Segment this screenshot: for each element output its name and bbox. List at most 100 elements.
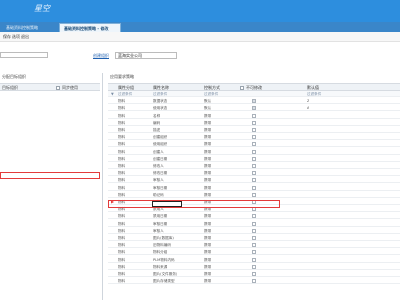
not-editable-checkbox[interactable] [252, 214, 256, 219]
not-editable-checkbox[interactable] [252, 120, 256, 125]
table-row[interactable]: 物料 物料来源 携带 [108, 264, 400, 270]
cell-attr-name: 图片(文件服务) [153, 272, 178, 276]
cell-control-mode: 携带 [204, 149, 212, 154]
table-row[interactable]: 物料 物料分组 携带 [108, 249, 400, 256]
not-editable-checkbox[interactable] [252, 221, 256, 226]
cell-control-mode: 携带 [204, 128, 212, 132]
cell-control-mode: 携带 [204, 113, 212, 118]
table-row[interactable]: 物料 创建人 携带 [108, 149, 400, 155]
cell-attr-group: 物料 [118, 214, 126, 219]
cell-control-mode: 携带 [204, 221, 212, 226]
table-row[interactable]: 物料 创建日期 携带 [108, 156, 400, 162]
table-row[interactable]: 物料 图片存储类型 携带 [108, 278, 400, 285]
not-editable-checkbox[interactable] [252, 99, 256, 104]
cell-attr-name: PLM物料内码 [153, 257, 175, 262]
left-input[interactable] [0, 52, 48, 58]
cell-attr-group: 物料 [118, 99, 126, 104]
cell-attr-name: 图片存储类型 [153, 279, 175, 284]
table-row[interactable]: 物料 数据状态 默认 Z [108, 98, 400, 105]
table-row[interactable]: 物料 禁用日期 携带 [108, 213, 400, 220]
filter-cell[interactable]: 过滤条件 [118, 91, 132, 97]
cell-control-mode: 携带 [204, 228, 212, 233]
table-row[interactable]: 物料 编码 携带 [108, 120, 400, 126]
not-editable-checkbox[interactable] [252, 257, 256, 262]
selected-row-highlight [108, 200, 280, 208]
target-org-panel-title: 分配目标组织 [2, 74, 26, 79]
cell-control-mode: 携带 [204, 156, 212, 161]
not-editable-checkbox[interactable] [252, 149, 256, 154]
table-row[interactable]: 物料 助记码 携带 [108, 192, 400, 198]
tab-basic-control-strategy-edit[interactable]: 基础资料控制策略 - 修改 [59, 23, 121, 32]
not-editable-checkbox[interactable] [252, 185, 256, 190]
table-row[interactable]: 物料 PLM物料内码 携带 [108, 257, 400, 263]
cell-control-mode: 携带 [204, 192, 212, 197]
cell-control-mode: 携带 [204, 257, 212, 262]
cell-control-mode: 携带 [204, 178, 212, 183]
cell-control-mode: 携带 [204, 142, 212, 147]
table-row[interactable]: 物料 描述 携带 [108, 127, 400, 133]
table-row[interactable]: 物料 使用状态 默认 A [108, 105, 400, 112]
exit-button[interactable]: 退出 [21, 34, 29, 40]
filter-cell[interactable]: 过滤条件 [307, 91, 321, 97]
create-org-field[interactable]: 蓝海实业公司 [115, 52, 177, 59]
cell-attr-group: 物料 [118, 257, 126, 262]
table-row[interactable]: 物料 名称 携带 [108, 113, 400, 119]
table-row[interactable]: 物料 审核日期 携带 [108, 221, 400, 227]
table-row[interactable]: 物料 图片(数据库) 携带 [108, 235, 400, 241]
not-editable-checkbox[interactable] [252, 106, 256, 111]
sync-checkbox[interactable] [56, 85, 60, 90]
table-row[interactable]: 物料 创建组织 携带 [108, 134, 400, 141]
tab-basic-control-strategy[interactable]: 基础资料控制策略 [2, 23, 40, 32]
select-all-checkbox[interactable] [240, 85, 244, 90]
cell-attr-group: 物料 [118, 264, 126, 269]
table-row[interactable]: 物料 审核日期 携带 [108, 185, 400, 191]
not-editable-checkbox[interactable] [252, 250, 256, 255]
create-org-label[interactable]: 创建组织 [93, 53, 109, 59]
cell-attr-name: 编码 [153, 120, 161, 125]
save-button[interactable]: 保存 [3, 34, 11, 40]
target-org-row-selected[interactable] [0, 172, 100, 179]
table-row[interactable]: 物料 图片(文件服务) 携带 [108, 271, 400, 277]
cell-attr-group: 物料 [118, 156, 126, 161]
not-editable-checkbox[interactable] [252, 279, 256, 284]
attr-name-editor[interactable] [152, 201, 182, 207]
table-row[interactable]: 物料 修改人 携带 [108, 163, 400, 169]
filter-cell[interactable]: 过滤条件 [204, 91, 218, 97]
not-editable-checkbox[interactable] [252, 264, 256, 269]
filter-row: ▼ 过滤条件 过滤条件 过滤条件 过滤条件 [108, 91, 400, 97]
not-editable-checkbox[interactable] [252, 128, 256, 132]
top-banner: 星空 [0, 0, 400, 22]
not-editable-checkbox[interactable] [252, 113, 256, 118]
filter-icon: ▼ [111, 92, 114, 96]
not-editable-checkbox[interactable] [252, 192, 256, 197]
not-editable-checkbox[interactable] [252, 243, 256, 248]
cell-attr-name: 图片(数据库) [153, 236, 174, 240]
not-editable-checkbox[interactable] [252, 164, 256, 168]
table-row[interactable]: 物料 旧物料编码 携带 [108, 242, 400, 249]
cell-attr-group: 物料 [118, 142, 126, 147]
table-row[interactable]: 物料 审核人 携带 [108, 177, 400, 184]
cell-control-mode: 默认 [204, 106, 212, 111]
cell-attr-name: 物料分组 [153, 250, 168, 255]
not-editable-checkbox[interactable] [252, 178, 256, 183]
cell-attr-name: 使用组织 [153, 142, 168, 147]
not-editable-checkbox[interactable] [252, 236, 256, 240]
table-row[interactable]: 物料 审核人 携带 [108, 228, 400, 234]
cell-attr-group: 物料 [118, 272, 126, 276]
not-editable-checkbox[interactable] [252, 135, 256, 140]
not-editable-checkbox[interactable] [252, 228, 256, 233]
not-editable-checkbox[interactable] [252, 171, 256, 176]
filter-cell[interactable]: 过滤条件 [153, 91, 167, 97]
table-row[interactable]: 物料 使用组织 携带 [108, 141, 400, 148]
cell-default-value[interactable]: A [307, 105, 309, 111]
cell-attr-group: 物料 [118, 135, 126, 140]
not-editable-checkbox[interactable] [252, 156, 256, 161]
cell-default-value[interactable]: Z [307, 98, 309, 104]
cell-attr-name: 旧物料编码 [153, 243, 171, 248]
cell-attr-name: 审核人 [153, 178, 164, 183]
table-row[interactable]: 物料 修改日期 携带 [108, 170, 400, 177]
not-editable-checkbox[interactable] [252, 142, 256, 147]
cell-attr-group: 物料 [118, 149, 126, 154]
options-button[interactable]: 选项 [12, 34, 20, 40]
not-editable-checkbox[interactable] [252, 272, 256, 276]
